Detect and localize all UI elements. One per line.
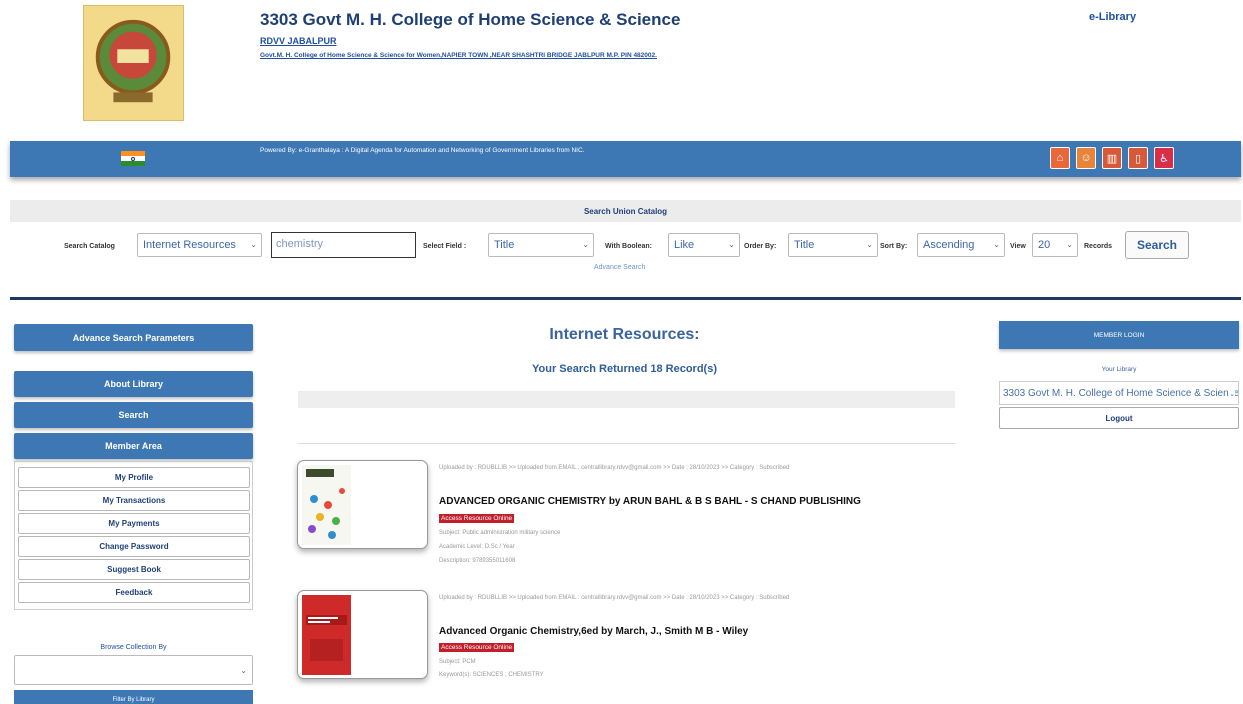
powered-by-text: Powered By: e-Granthalaya : A Digital Ag… [260, 147, 585, 154]
catalog-select-value: Internet Resources [143, 239, 236, 251]
results-toolbar [298, 391, 955, 408]
top-bar: Powered By: e-Granthalaya : A Digital Ag… [10, 141, 1241, 177]
boolean-select-value: Like [674, 239, 695, 251]
books-icon[interactable]: ▥ [1102, 147, 1122, 169]
college-logo [83, 5, 184, 121]
chevron-down-icon: ⌄ [1066, 240, 1073, 249]
my-transactions-link[interactable]: My Transactions [18, 490, 250, 511]
chevron-down-icon: ⌄ [1229, 390, 1235, 398]
order-by-label: Order By: [744, 243, 777, 250]
result-title-link[interactable]: Advanced Organic Chemistry,6ed by March,… [439, 626, 748, 637]
chevron-down-icon: ⌄ [250, 240, 257, 249]
suggest-book-link[interactable]: Suggest Book [18, 559, 250, 580]
search-strip-title: Search Union Catalog [583, 207, 668, 216]
access-resource-online-button[interactable]: Access Resource Online [439, 643, 515, 652]
select-field-label: Select Field : [423, 243, 467, 250]
boolean-label: With Boolean: [605, 243, 652, 250]
access-resource-online-button[interactable]: Access Resource Online [439, 514, 515, 523]
my-profile-link[interactable]: My Profile [18, 467, 250, 488]
university-name: RDVV JABALPUR [260, 36, 337, 46]
book-cover-card[interactable] [297, 460, 428, 549]
order-select[interactable]: Title ⌄ [788, 233, 878, 257]
result-meta: Uploaded by : RDUBLLIB >> Uploaded from … [439, 465, 790, 471]
member-login-header[interactable]: MEMBER LOGIN [999, 321, 1239, 349]
view-select[interactable]: 20 ⌄ [1032, 233, 1078, 257]
search-query-input[interactable]: chemistry [271, 232, 416, 258]
search-nav-button[interactable]: Search [14, 402, 253, 428]
order-select-value: Title [794, 239, 815, 251]
book-cover-image [302, 465, 351, 545]
result-subject: Subject: PCM [439, 659, 476, 665]
about-library-button[interactable]: About Library [14, 371, 253, 397]
logout-button[interactable]: Logout [999, 407, 1239, 429]
records-label: Records [1084, 243, 1113, 250]
search-union-catalog-header: Search Union Catalog [10, 200, 1241, 222]
chevron-down-icon: ⌄ [866, 240, 873, 249]
sort-select[interactable]: Ascending ⌄ [917, 233, 1005, 257]
field-select[interactable]: Title ⌄ [488, 233, 594, 257]
my-payments-link[interactable]: My Payments [18, 513, 250, 534]
home-icon[interactable]: ⌂ [1050, 147, 1070, 169]
advance-search-link[interactable]: Advance Search [594, 264, 645, 271]
user-icon[interactable]: ☺ [1076, 147, 1096, 169]
boolean-select[interactable]: Like ⌄ [668, 233, 740, 257]
chevron-down-icon: ⌄ [728, 240, 735, 249]
india-flag-icon [121, 151, 145, 166]
chevron-down-icon: ⌄ [582, 240, 589, 249]
field-select-value: Title [494, 239, 515, 251]
feedback-link[interactable]: Feedback [18, 582, 250, 603]
results-count: Your Search Returned 18 Record(s) [531, 363, 717, 375]
search-button[interactable]: Search [1125, 231, 1189, 259]
library-select-value: 3303 Govt M. H. College of Home Science … [1003, 388, 1239, 399]
section-divider [10, 297, 1241, 300]
chevron-down-icon: ⌄ [993, 240, 1000, 249]
sort-by-label: Sort By: [880, 243, 908, 250]
result-academic-level: Academic Level: D.Sc / Year [439, 544, 515, 550]
result-keywords: Keyword(s): SCIENCES ; CHEMISTRY [439, 672, 544, 678]
chevron-down-icon: ⌄ [240, 666, 247, 675]
results-title: Internet Resources: [549, 326, 700, 343]
search-catalog-label: Search Catalog [64, 243, 115, 250]
member-area-button[interactable]: Member Area [14, 433, 253, 459]
top-icon-group: ⌂ ☺ ▥ ▯ ♿ [1050, 147, 1174, 169]
advance-search-parameters-button[interactable]: Advance Search Parameters [14, 324, 253, 351]
book-cover-card[interactable] [297, 590, 428, 679]
your-library-label: Your Library [1101, 366, 1137, 373]
view-label: View [1010, 243, 1026, 250]
book-cover-image [302, 595, 351, 675]
sort-select-value: Ascending [923, 239, 975, 251]
college-title: 3303 Govt M. H. College of Home Science … [260, 10, 681, 29]
results-divider [298, 443, 955, 444]
college-address: Govt.M. H. College of Home Science & Sci… [260, 52, 657, 59]
browse-collection-select[interactable]: ⌄ [14, 655, 253, 685]
result-title-link[interactable]: ADVANCED ORGANIC CHEMISTRY by ARUN BAHL … [439, 496, 861, 507]
filter-by-library-button[interactable]: Filter By Library [14, 690, 253, 704]
change-password-link[interactable]: Change Password [18, 536, 250, 557]
result-meta: Uploaded by : RDUBLLIB >> Uploaded from … [439, 595, 790, 601]
result-description: Description: 9789355011608 [439, 558, 516, 564]
library-icon[interactable]: ▯ [1128, 147, 1148, 169]
result-subject: Subject: Public administration military … [439, 530, 561, 536]
accessibility-icon[interactable]: ♿ [1154, 147, 1174, 169]
catalog-select[interactable]: Internet Resources ⌄ [137, 233, 262, 257]
view-select-value: 20 [1038, 239, 1051, 251]
elibrary-link[interactable]: e-Library [1089, 11, 1136, 23]
browse-collection-label: Browse Collection By [100, 644, 167, 651]
library-select[interactable]: 3303 Govt M. H. College of Home Science … [999, 381, 1239, 405]
